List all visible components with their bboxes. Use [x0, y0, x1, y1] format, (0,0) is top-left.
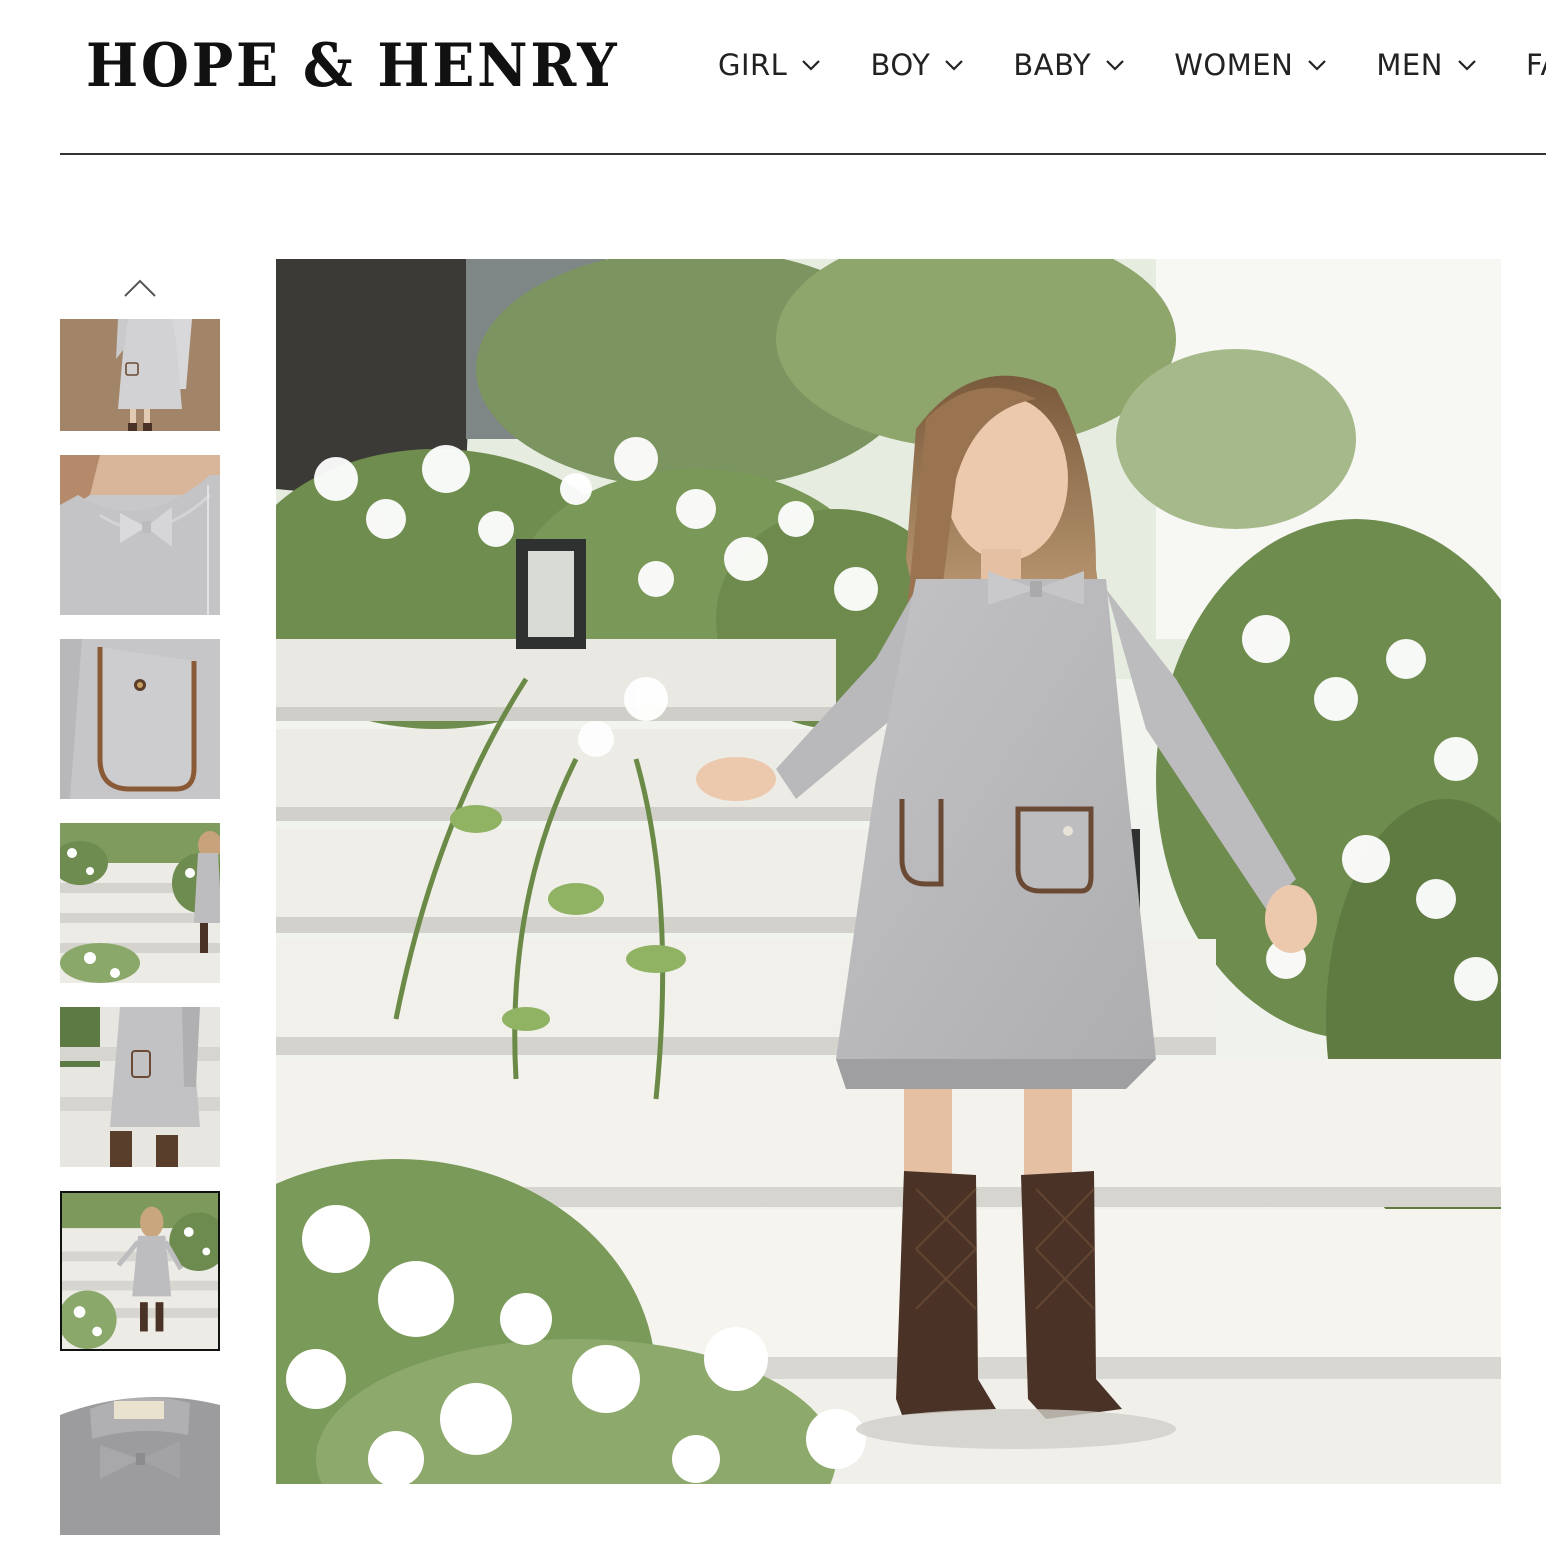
thumbnail-girl-on-steps[interactable] [60, 823, 220, 983]
nav-item-label: WOMEN [1174, 48, 1294, 82]
nav-item-baby[interactable]: BABY [1013, 40, 1125, 90]
thumbnail-bow-collar-detail[interactable] [60, 455, 220, 615]
brand-logo[interactable]: HOPE & HENRY [86, 30, 619, 102]
thumbnail-image [60, 1375, 220, 1535]
chevron-down-icon [1106, 60, 1124, 71]
thumbnail-girl-on-steps-smiling[interactable] [60, 1191, 220, 1351]
main-product-image[interactable] [276, 259, 1501, 1484]
thumbnail-dress-full-front[interactable] [60, 319, 220, 431]
nav-item-men[interactable]: MEN [1376, 40, 1477, 90]
nav-item-label: BOY [870, 48, 931, 82]
thumbnail-label-and-bow-detail[interactable] [60, 1375, 220, 1535]
nav-item-label: MEN [1376, 48, 1443, 82]
main-nav: GIRL BOY BABY WOMEN MEN FA [718, 40, 1546, 90]
thumbnail-dress-side-boots[interactable] [60, 1007, 220, 1167]
chevron-down-icon [802, 60, 821, 71]
chevron-down-icon [945, 60, 964, 71]
chevron-down-icon [1458, 60, 1476, 71]
nav-item-label: BABY [1013, 48, 1092, 82]
thumbnail-image [62, 1193, 218, 1349]
nav-item-label: GIRL [718, 48, 788, 82]
product-photo [276, 259, 1501, 1484]
nav-item-boy[interactable]: BOY [870, 40, 964, 90]
thumbnail-image [60, 639, 220, 799]
thumbnail-image [60, 1007, 220, 1167]
chevron-down-icon [1308, 60, 1327, 71]
thumbnail-image [60, 319, 220, 431]
thumbnail-pocket-detail[interactable] [60, 639, 220, 799]
site-header: HOPE & HENRY GIRL BOY BABY WOMEN MEN FA [0, 0, 1546, 155]
thumbnail-image [60, 823, 220, 983]
thumbnail-scroll-up-icon[interactable] [122, 276, 158, 300]
nav-item-women[interactable]: WOMEN [1174, 40, 1327, 90]
thumbnail-image [60, 455, 220, 615]
nav-item-girl[interactable]: GIRL [718, 40, 821, 90]
header-divider [60, 153, 1546, 155]
nav-item-label: FA [1526, 48, 1546, 82]
nav-item-family[interactable]: FA [1526, 40, 1546, 90]
